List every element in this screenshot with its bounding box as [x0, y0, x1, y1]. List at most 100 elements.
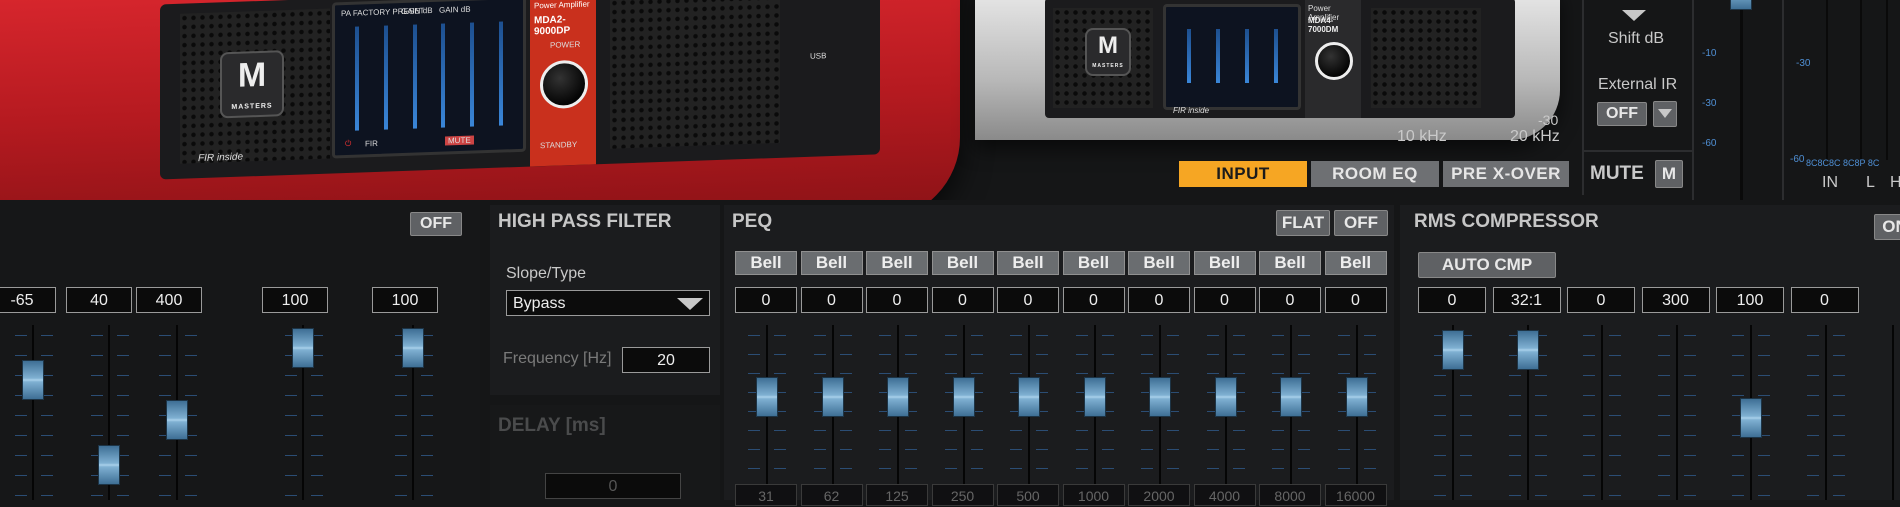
peq-fader-thumb[interactable]: [887, 377, 909, 417]
scale-tick: [1683, 495, 1696, 496]
peq-frequency-input[interactable]: 31: [735, 484, 797, 506]
scale-tick: [1434, 395, 1446, 396]
peq-fader-thumb[interactable]: [1345, 377, 1368, 417]
peq-off-button[interactable]: OFF: [1334, 210, 1388, 236]
peq-fader-thumb[interactable]: [1280, 377, 1302, 417]
compressor-value-input[interactable]: 32:1: [1492, 287, 1561, 313]
shift-db-label: Shift dB: [1608, 30, 1665, 47]
scale-tick: [1758, 395, 1770, 396]
peq-gain-input[interactable]: 0: [735, 287, 797, 313]
level-input[interactable]: 400: [136, 287, 202, 313]
peq-frequency-input[interactable]: 8000: [1259, 484, 1321, 506]
level-input[interactable]: 40: [66, 287, 132, 313]
fader-thumb[interactable]: [98, 445, 120, 485]
peq-frequency-input[interactable]: 62: [800, 484, 863, 506]
peq-gain-input[interactable]: 0: [800, 287, 863, 313]
fader-thumb[interactable]: [402, 328, 424, 368]
left-section-toggle[interactable]: OFF: [410, 212, 462, 236]
compressor-fader-track: [1601, 325, 1603, 500]
level-input[interactable]: 100: [372, 287, 438, 313]
tab-pre-x-over[interactable]: PRE X-OVER: [1443, 161, 1569, 187]
compressor-value-input[interactable]: 100: [1716, 287, 1784, 313]
peq-flat-button[interactable]: FLAT: [1276, 210, 1330, 236]
peq-filter-type-button[interactable]: Bell: [1062, 251, 1125, 275]
compressor-fader-thumb[interactable]: [1516, 330, 1539, 370]
scale-tick: [1232, 373, 1245, 374]
compressor-value-input[interactable]: 300: [1641, 287, 1710, 313]
peq-fader-thumb[interactable]: [756, 377, 778, 417]
peq-frequency-input[interactable]: 16000: [1324, 484, 1387, 506]
compressor-value-input[interactable]: 0: [1418, 287, 1486, 313]
compressor-value-input[interactable]: 0: [1567, 287, 1635, 313]
tab-room-eq[interactable]: ROOM EQ: [1311, 161, 1439, 187]
peq-frequency-input[interactable]: 1000: [1062, 484, 1125, 506]
peq-fader-thumb[interactable]: [1018, 377, 1040, 417]
peq-gain-input[interactable]: 0: [1259, 287, 1321, 313]
fader-thumb[interactable]: [22, 360, 44, 400]
peq-fader-thumb[interactable]: [1214, 377, 1237, 417]
peq-filter-type-button[interactable]: Bell: [735, 251, 797, 275]
mute-button[interactable]: M: [1655, 160, 1683, 188]
peq-fader-thumb[interactable]: [821, 377, 844, 417]
scale-tick: [1832, 355, 1845, 356]
scale-tick: [1272, 373, 1284, 374]
fader-thumb[interactable]: [292, 328, 314, 368]
scale-tick: [1832, 455, 1845, 456]
peq-fader-thumb[interactable]: [1149, 377, 1171, 417]
auto-cmp-button[interactable]: AUTO CMP: [1418, 252, 1556, 278]
scale-tick: [1732, 455, 1744, 456]
scale-tick: [41, 455, 53, 456]
peq-gain-input[interactable]: 0: [997, 287, 1059, 313]
peq-fader-thumb[interactable]: [952, 377, 975, 417]
peq-filter-type-button[interactable]: Bell: [800, 251, 863, 275]
rms-on-button[interactable]: ON: [1874, 214, 1900, 240]
peq-frequency-input[interactable]: 500: [997, 484, 1059, 506]
peq-gain-input[interactable]: 0: [931, 287, 994, 313]
scale-tick: [839, 354, 852, 355]
peq-gain-input[interactable]: 0: [1193, 287, 1256, 313]
peq-frequency-input[interactable]: 4000: [1193, 484, 1256, 506]
peq-filter-type-button[interactable]: Bell: [931, 251, 994, 275]
fader-thumb[interactable]: [166, 400, 188, 440]
level-input[interactable]: 100: [262, 287, 328, 313]
scale-tick: [1758, 495, 1770, 496]
gain-fader-thumb[interactable]: [1730, 0, 1752, 10]
scale-tick: [311, 475, 323, 476]
peq-filter-type-button[interactable]: Bell: [866, 251, 928, 275]
peq-gain-input[interactable]: 0: [1128, 287, 1190, 313]
peq-frequency-input[interactable]: 125: [866, 484, 928, 506]
peq-frequency-input[interactable]: 250: [931, 484, 994, 506]
peq-filter-type-button[interactable]: Bell: [1324, 251, 1387, 275]
compressor-value-input[interactable]: 0: [1790, 287, 1859, 313]
peq-filter-type-button[interactable]: Bell: [1128, 251, 1190, 275]
peq-filter-type-button[interactable]: Bell: [1259, 251, 1321, 275]
compressor-fader-thumb[interactable]: [1442, 330, 1464, 370]
scale-tick: [748, 354, 760, 355]
scale-tick: [1141, 373, 1153, 374]
shift-down-arrow-icon[interactable]: [1622, 10, 1646, 21]
compressor-fader-thumb[interactable]: [1740, 398, 1762, 438]
external-ir-dropdown-icon[interactable]: [1653, 101, 1677, 127]
scale-tick: [1758, 355, 1770, 356]
peq-filter-type-button[interactable]: Bell: [997, 251, 1059, 275]
scale-tick: [1075, 335, 1088, 336]
peq-gain-input[interactable]: 0: [1324, 287, 1387, 313]
peq-gain-input[interactable]: 0: [1062, 287, 1125, 313]
external-ir-toggle[interactable]: OFF: [1597, 102, 1647, 126]
scale-tick: [905, 449, 917, 450]
scale-tick: [1337, 430, 1350, 431]
tab-input[interactable]: INPUT: [1179, 161, 1307, 187]
scale-tick: [1732, 475, 1744, 476]
slope-type-select[interactable]: Bypass: [506, 290, 710, 316]
scale-tick: [91, 495, 103, 496]
high-pass-filter-panel: HIGH PASS FILTER Slope/Type Bypass Frequ…: [490, 205, 720, 395]
level-input[interactable]: -65: [0, 287, 56, 313]
peq-gain-input[interactable]: 0: [866, 287, 928, 313]
delay-input[interactable]: 0: [545, 473, 681, 499]
power-icon: ⏻: [345, 138, 352, 149]
frequency-input[interactable]: 20: [622, 347, 710, 373]
scale-tick: [285, 435, 297, 436]
peq-fader-thumb[interactable]: [1083, 377, 1106, 417]
peq-frequency-input[interactable]: 2000: [1128, 484, 1190, 506]
peq-filter-type-button[interactable]: Bell: [1193, 251, 1256, 275]
